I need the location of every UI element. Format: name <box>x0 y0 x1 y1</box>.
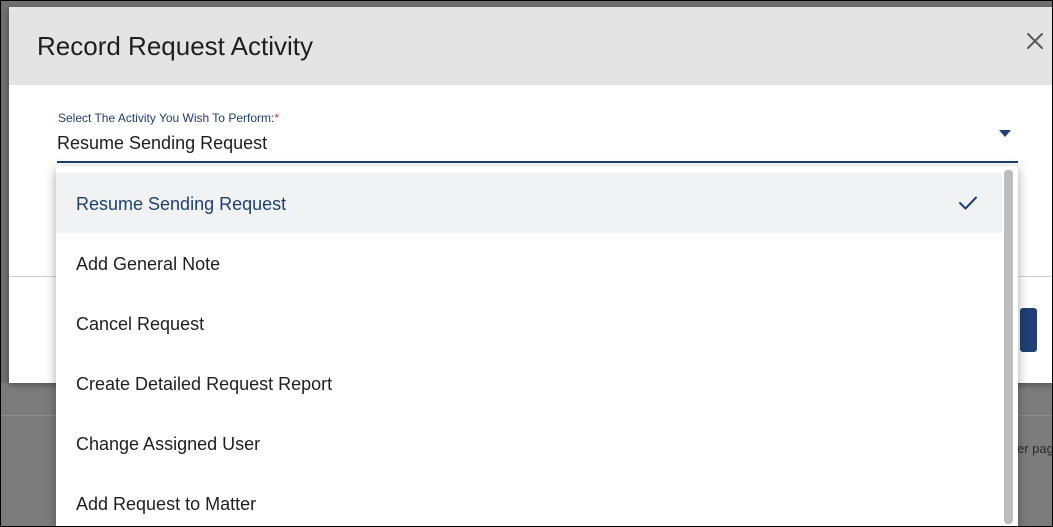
activity-select-value[interactable]: Resume Sending Request <box>57 133 267 154</box>
menu-item-add-request-to-matter[interactable]: Add Request to Matter <box>56 473 1002 527</box>
menu-item-label: Add General Note <box>76 254 221 274</box>
menu-scrollbar-thumb[interactable] <box>1004 170 1013 524</box>
close-icon[interactable] <box>1023 29 1047 53</box>
required-marker: * <box>274 111 279 125</box>
caret-down-icon[interactable] <box>998 128 1012 138</box>
menu-item-resume-sending-request[interactable]: Resume Sending Request <box>56 173 1002 233</box>
menu-item-label: Resume Sending Request <box>76 194 287 214</box>
dialog-header: Record Request Activity <box>9 7 1053 85</box>
primary-action-button[interactable] <box>1020 308 1037 352</box>
menu-item-label: Create Detailed Request Report <box>76 374 333 394</box>
menu-item-create-detailed-request-report[interactable]: Create Detailed Request Report <box>56 353 1002 413</box>
menu-item-cancel-request[interactable]: Cancel Request <box>56 293 1002 353</box>
background-pager-text: er pag <box>1017 441 1053 456</box>
menu-item-change-assigned-user[interactable]: Change Assigned User <box>56 413 1002 473</box>
menu-item-label: Change Assigned User <box>76 434 261 454</box>
check-icon <box>959 196 977 210</box>
dialog-title: Record Request Activity <box>37 31 314 61</box>
menu-item-label: Add Request to Matter <box>76 494 257 514</box>
menu-item-add-general-note[interactable]: Add General Note <box>56 233 1002 293</box>
activity-dropdown-menu: Resume Sending Request Add General Note … <box>56 166 1018 527</box>
activity-select-underline <box>57 161 1018 163</box>
menu-item-label: Cancel Request <box>76 314 205 334</box>
screen: c m by er pag Record Request Activity Se… <box>0 0 1053 527</box>
activity-select-label: Select The Activity You Wish To Perform:… <box>58 111 279 125</box>
menu-scrollbar[interactable] <box>1004 170 1013 524</box>
